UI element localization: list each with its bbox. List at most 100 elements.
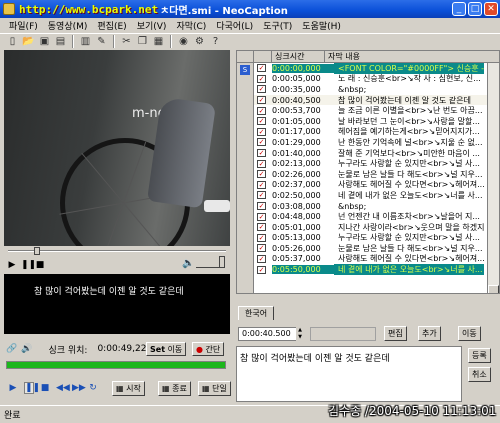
row-checkbox[interactable]: ✓ <box>257 254 266 263</box>
close-button[interactable]: ✕ <box>484 2 498 16</box>
edit-button[interactable]: 편집 <box>384 326 407 341</box>
row-checkbox[interactable]: ✓ <box>257 117 266 126</box>
rewind-icon[interactable]: ◀◀ <box>56 383 70 393</box>
row-checkbox[interactable]: ✓ <box>257 127 266 136</box>
help-icon[interactable]: ? <box>209 35 222 48</box>
list-row[interactable]: ✓ 0:05:26,000 눈물로 남은 날들 다 해도<br>↘널 지우... <box>254 243 499 254</box>
row-checkbox[interactable]: ✓ <box>257 244 266 253</box>
end-button[interactable]: ▦ 종료 <box>158 381 191 396</box>
caption-editor[interactable]: 참 많이 걱어봤는데 이젠 알 것도 같은데 <box>236 346 462 402</box>
time-input-end[interactable] <box>310 327 376 341</box>
save-icon[interactable]: ▣ <box>38 35 51 48</box>
row-checkbox[interactable]: ✓ <box>257 223 266 232</box>
row-checkbox[interactable]: ✓ <box>257 212 266 221</box>
row-checkbox[interactable]: ✓ <box>257 170 266 179</box>
list-row[interactable]: ✓ 0:02:37,000 사랑해도 헤어질 수 있다면<br>↘헤어져... <box>254 180 499 191</box>
row-checkbox[interactable]: ✓ <box>257 96 266 105</box>
menu-file[interactable]: 파일(F) <box>4 19 43 32</box>
maximize-button[interactable]: □ <box>468 2 482 16</box>
time-spinner[interactable]: ▲ ▼ <box>296 327 304 341</box>
list-row[interactable]: ✓ 0:05:01,000 지나간 사랑이라<br>↘웃으며 말을 하겠지 <box>254 222 499 233</box>
link-icon[interactable]: 🔗 <box>6 344 17 354</box>
cancel-button[interactable]: 취소 <box>468 367 491 382</box>
sync-move-button[interactable]: Set 이동 <box>146 342 187 356</box>
row-checkbox[interactable]: ✓ <box>257 191 266 200</box>
list-row[interactable]: ✓ 0:05:50,000 네 곁에 내가 없은 오늘도<br>↘너를 사... <box>254 264 499 276</box>
add-button[interactable]: 추가 <box>418 326 441 341</box>
list-row[interactable]: ✓ 0:00:53,700 늘 조금 이른 이별을<br>↘난 번도 아끔... <box>254 105 499 116</box>
row-checkbox[interactable]: ✓ <box>257 202 266 211</box>
header-sync-time[interactable]: 싱크시간 <box>272 51 325 62</box>
copy-icon[interactable]: ❐ <box>136 35 149 48</box>
list-row[interactable]: ✓ 0:00:00,000 <FONT COLOR="#0000FF"> 신승훈 -… <box>254 62 499 74</box>
minimize-button[interactable]: _ <box>452 2 466 16</box>
list-row[interactable]: ✓ 0:04:48,000 넌 언젠간 내 이름조차<br>↘날을어 지... <box>254 211 499 222</box>
seek-thumb[interactable] <box>34 247 40 255</box>
row-text: 눈물로 남은 날들 다 해도<br>↘널 지우... <box>338 243 483 253</box>
list-row[interactable]: ✓ 0:01:05,000 날 바라보던 그 눈이<br>↘사랑을 말할... <box>254 116 499 127</box>
menu-edit[interactable]: 편집(E) <box>92 19 131 32</box>
move-button[interactable]: 이동 <box>458 326 481 341</box>
row-checkbox[interactable]: ✓ <box>257 106 266 115</box>
search-icon[interactable]: ◉ <box>177 35 190 48</box>
list-row[interactable]: ✓ 0:00:35,000 &nbsp; <box>254 84 499 95</box>
speaker-icon[interactable]: 🔊 <box>21 344 32 354</box>
list-row[interactable]: ✓ 0:02:13,000 누구라도 사랑할 순 있지만<br>↘널 사... <box>254 158 499 169</box>
subtitle-list[interactable]: 싱크시간 자막 내용 S ✓ 0:00:00,000 <FONT COLOR="#0… <box>236 50 500 294</box>
repeat-icon[interactable]: ↻ <box>88 383 98 393</box>
row-checkbox[interactable]: ✓ <box>257 265 266 274</box>
volume-icon[interactable]: 🔈 <box>182 258 194 269</box>
menu-caption[interactable]: 자막(C) <box>171 19 211 32</box>
save-as-icon[interactable]: ▤ <box>54 35 67 48</box>
export-icon[interactable]: ▥ <box>79 35 92 48</box>
stop-icon[interactable]: ■ <box>35 260 45 270</box>
row-checkbox[interactable]: ✓ <box>257 138 266 147</box>
play-icon[interactable]: ▶ <box>7 260 17 270</box>
paste-icon[interactable]: ▦ <box>152 35 165 48</box>
sync-cancel-button[interactable]: ● 간단 <box>192 342 225 356</box>
list-row[interactable]: ✓ 0:01:29,000 난 한동안 기억속에 널<br>↘지울 순 없... <box>254 137 499 148</box>
single-button[interactable]: ▦ 단일 <box>198 381 231 396</box>
row-checkbox[interactable]: ✓ <box>257 180 266 189</box>
list-row[interactable]: ✓ 0:05:13,000 누구라도 사랑할 순 있지만<br>↘널 사... <box>254 233 499 244</box>
header-caption[interactable]: 자막 내용 <box>325 51 499 62</box>
row-checkbox[interactable]: ✓ <box>257 159 266 168</box>
register-button[interactable]: 등록 <box>468 348 491 363</box>
pause-icon[interactable]: ❚❚ <box>24 382 40 394</box>
list-row[interactable]: ✓ 0:02:50,000 네 곁에 내가 없은 오늘도<br>↘너를 사... <box>254 190 499 201</box>
list-row[interactable]: ✓ 0:05:37,000 사랑해도 헤어질 수 있다면<br>↘헤어져... <box>254 254 499 265</box>
tab-korean[interactable]: 한국어 <box>238 306 275 320</box>
list-row[interactable]: ✓ 0:00:05,000 노 래 : 신승훈<br>↘작 사 : 심현보, 신..… <box>254 74 499 85</box>
seek-bar[interactable] <box>4 247 230 255</box>
list-row[interactable]: ✓ 0:03:08,000 &nbsp; <box>254 201 499 212</box>
pause-icon[interactable]: ❚❚ <box>21 260 36 270</box>
row-checkbox[interactable]: ✓ <box>257 233 266 242</box>
row-checkbox[interactable]: ✓ <box>257 149 266 158</box>
cut-icon[interactable]: ✂ <box>120 35 133 48</box>
row-checkbox[interactable]: ✓ <box>257 64 266 73</box>
menu-view[interactable]: 보기(V) <box>132 19 172 32</box>
play-icon[interactable]: ▶ <box>8 383 18 393</box>
open-folder-icon[interactable]: 📂 <box>22 35 35 48</box>
time-input[interactable]: 0:00:40.500 <box>238 327 304 341</box>
fast-forward-icon[interactable]: ▶▶ <box>72 383 86 393</box>
menu-tools[interactable]: 도구(T) <box>258 19 297 32</box>
list-row[interactable]: ✓ 0:02:26,000 눈물로 남은 날들 다 해도<br>↘널 지우... <box>254 169 499 180</box>
settings-icon[interactable]: ⚙ <box>193 35 206 48</box>
list-scrollbar[interactable] <box>487 63 499 293</box>
row-checkbox[interactable]: ✓ <box>257 85 266 94</box>
scroll-thumb[interactable] <box>488 285 499 293</box>
stop-icon[interactable]: ■ <box>40 383 50 393</box>
video-player[interactable]: m-net <box>4 50 230 246</box>
menu-language[interactable]: 다국어(L) <box>211 19 258 32</box>
row-checkbox[interactable]: ✓ <box>257 74 266 83</box>
list-row[interactable]: ✓ 0:01:40,000 잘해 준 기억보다<br>↘미안한 마음이 ... <box>254 148 499 159</box>
menu-video[interactable]: 동영상(M) <box>43 19 93 32</box>
new-file-icon[interactable]: ▯ <box>6 35 19 48</box>
volume-thumb[interactable] <box>219 256 225 268</box>
start-button[interactable]: ▦ 시작 <box>112 381 145 396</box>
edit-icon[interactable]: ✎ <box>95 35 108 48</box>
menu-help[interactable]: 도움말(H) <box>297 19 346 32</box>
list-row[interactable]: ✓ 0:01:17,000 헤어짐을 예기하는게<br>↘믿어지지가... <box>254 127 499 138</box>
list-row[interactable]: ✓ 0:00:40,500 참 많이 걱어봤는데 이젠 알 것도 같은데 <box>254 94 499 106</box>
